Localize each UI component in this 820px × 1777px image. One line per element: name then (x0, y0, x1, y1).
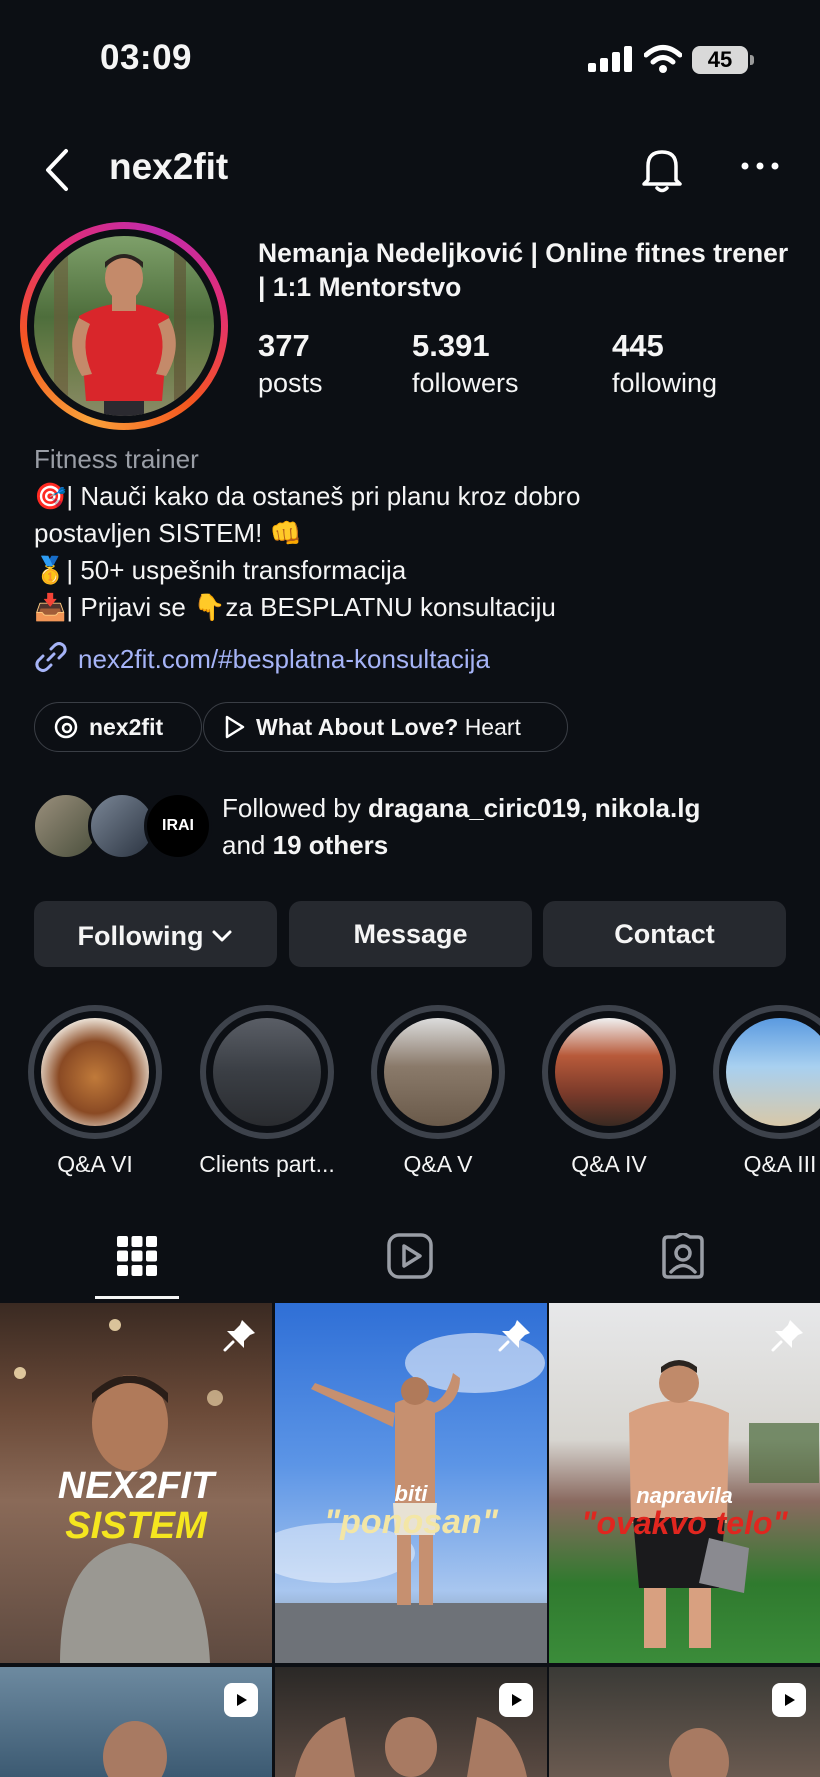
highlight-label: Q&A IV (571, 1151, 647, 1177)
chevron-left-icon (46, 149, 68, 191)
tab-posts-grid[interactable] (97, 1228, 177, 1284)
post-caption: SISTEM (65, 1505, 207, 1547)
link-icon (34, 640, 68, 681)
reel-icon (224, 1683, 258, 1717)
highlight-cover (555, 1018, 663, 1126)
highlight-item[interactable]: Clients part... (192, 1005, 342, 1178)
notifications-button[interactable] (638, 144, 686, 199)
highlight-cover (726, 1018, 820, 1126)
more-options-button[interactable] (740, 158, 780, 176)
reel-icon (772, 1683, 806, 1717)
avatar (34, 236, 214, 416)
stat-followers-label: followers (412, 368, 519, 398)
profile-link[interactable]: nex2fit.com/#besplatna-konsultacija (34, 640, 490, 681)
post-thumbnail[interactable] (0, 1667, 272, 1777)
threads-chip-label: nex2fit (89, 713, 164, 740)
highlight-label: Q&A VI (57, 1151, 133, 1177)
stat-following-label: following (612, 368, 718, 398)
play-icon (222, 714, 246, 740)
stat-posts-value: 377 (258, 328, 310, 363)
more-horizontal-icon (741, 162, 779, 170)
music-chip-title: What About Love? (256, 713, 459, 740)
highlight-item[interactable]: Q&A V (363, 1005, 513, 1178)
pin-icon (770, 1317, 806, 1358)
grid-icon (117, 1236, 157, 1276)
tagged-icon (662, 1233, 704, 1279)
threads-chip[interactable]: nex2fit (34, 702, 202, 752)
highlight-label: Q&A III (743, 1151, 817, 1177)
post-thumbnail[interactable]: NEX2FIT SISTEM (0, 1303, 272, 1663)
pin-icon (222, 1317, 258, 1358)
profile-avatar-story-ring[interactable] (20, 222, 228, 430)
post-caption: "ponosan" (324, 1503, 498, 1541)
followed-by-text[interactable]: Followed by dragana_ciric019, nikola.lg a… (222, 790, 802, 864)
highlight-cover (41, 1018, 149, 1126)
highlight-item[interactable]: Q&A III (705, 1005, 820, 1178)
mutual-followers-avatars[interactable]: IRAI (32, 792, 212, 860)
highlight-label: Clients part... (199, 1151, 335, 1177)
tab-tagged[interactable] (643, 1228, 723, 1284)
stat-following-value: 445 (612, 328, 664, 363)
highlight-item[interactable]: Q&A VI (20, 1005, 170, 1178)
post-caption: NEX2FIT (57, 1465, 215, 1507)
bio-line: 🎯| Nauči kako da ostaneš pri planu kroz … (34, 481, 581, 511)
active-tab-indicator (95, 1296, 179, 1299)
highlight-item[interactable]: Q&A IV (534, 1005, 684, 1178)
highlight-cover (213, 1018, 321, 1126)
contact-button[interactable]: Contact (543, 901, 786, 967)
highlight-cover (384, 1018, 492, 1126)
tab-reels[interactable] (370, 1228, 450, 1284)
avatar: IRAI (144, 792, 212, 860)
music-chip-artist: Heart (464, 713, 521, 740)
stat-posts-label: posts (258, 368, 323, 398)
post-caption: "ovakvo telo" (581, 1505, 788, 1541)
bio-line: postavljen SISTEM! 👊 (34, 518, 302, 548)
post-thumbnail[interactable]: napravila "ovakvo telo" (549, 1303, 820, 1663)
chevron-down-icon (211, 901, 233, 967)
profile-category: Fitness trainer (34, 444, 199, 474)
reel-icon (499, 1683, 533, 1717)
bio-line: 📥| Prijavi se 👇za BESPLATNU konsultaciju (34, 592, 556, 622)
following-button[interactable]: Following (34, 901, 277, 967)
status-time: 03:09 (100, 38, 193, 77)
pin-icon (497, 1317, 533, 1358)
battery-nub (750, 55, 754, 65)
stat-following[interactable]: 445 following (612, 328, 717, 399)
message-button[interactable]: Message (289, 901, 532, 967)
followed-by-names: dragana_ciric019, nikola.lg (367, 793, 701, 823)
battery-indicator: 45 (692, 46, 748, 74)
highlight-label: Q&A V (403, 1151, 473, 1177)
post-thumbnail[interactable]: biti "ponosan" (275, 1303, 547, 1663)
followed-by-others: 19 others (272, 830, 389, 860)
status-bar: 03:09 45 (0, 0, 820, 120)
profile-link-text: nex2fit.com/#besplatna-konsultacija (78, 644, 490, 674)
stat-followers[interactable]: 5.391 followers (412, 328, 519, 399)
post-thumbnail[interactable] (549, 1667, 820, 1777)
profile-full-name: Nemanja Nedeljković | Online fitnes tren… (258, 238, 789, 302)
back-button[interactable] (38, 145, 78, 195)
bio-line: 🥇| 50+ uspešnih transformacija (34, 555, 407, 585)
cellular-signal-icon (588, 46, 634, 77)
profile-username: nex2fit (109, 146, 229, 187)
stat-followers-value: 5.391 (412, 328, 490, 363)
stat-posts[interactable]: 377 posts (258, 328, 323, 399)
threads-icon (53, 714, 79, 740)
music-chip[interactable]: What About Love? Heart (203, 702, 568, 752)
post-thumbnail[interactable] (275, 1667, 547, 1777)
reels-icon (387, 1233, 433, 1279)
bell-icon (642, 150, 682, 193)
wifi-icon (643, 44, 683, 79)
